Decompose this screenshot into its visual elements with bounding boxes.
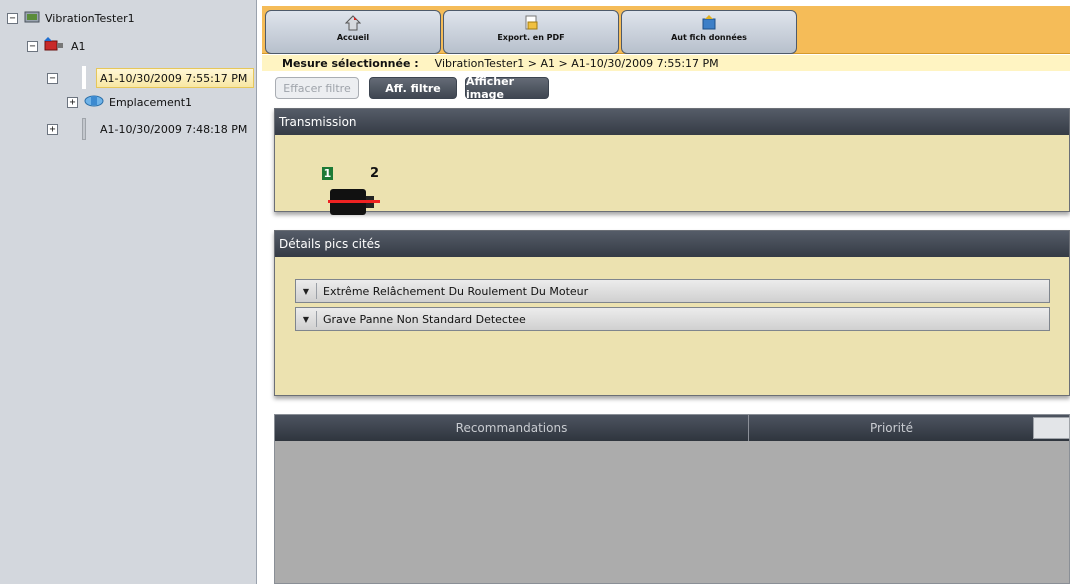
- table-header: Recommandations Priorité: [275, 415, 1070, 441]
- collapse-icon[interactable]: −: [7, 12, 18, 24]
- detail-item[interactable]: ▼ Extrême Relâchement Du Roulement Du Mo…: [295, 279, 1050, 303]
- peak-details-panel: Détails pics cités ▼ Extrême Relâchement…: [274, 230, 1070, 396]
- detail-item-label: Extrême Relâchement Du Roulement Du Mote…: [323, 284, 589, 298]
- component-marker-1[interactable]: 1: [322, 167, 333, 180]
- show-filter-button[interactable]: Aff. filtre: [369, 77, 457, 99]
- column-header-recommendations[interactable]: Recommandations: [275, 415, 749, 441]
- toolbar: Accueil Export. en PDF Aut fich données: [262, 6, 1070, 54]
- tree-label-measure-other: A1-10/30/2009 7:48:18 PM: [100, 122, 248, 136]
- tree-node-measure-selected[interactable]: − A1-10/30/2009 7:55:17 PM: [47, 69, 247, 87]
- detail-item-label: Grave Panne Non Standard Detectee: [323, 312, 526, 326]
- motor-icon[interactable]: [328, 187, 380, 220]
- detail-item[interactable]: ▼ Grave Panne Non Standard Detectee: [295, 307, 1050, 331]
- tree-label-location: Emplacement1: [109, 95, 193, 109]
- collapse-icon[interactable]: −: [27, 40, 38, 52]
- tree-label-measure-selected: A1-10/30/2009 7:55:17 PM: [100, 71, 248, 85]
- peak-details-header: Détails pics cités: [275, 231, 1069, 257]
- home-button[interactable]: Accueil: [265, 10, 441, 54]
- tree-node-location[interactable]: + Emplacement1: [67, 93, 192, 111]
- data-files-button[interactable]: Aut fich données: [621, 10, 797, 54]
- dropdown-arrow-icon[interactable]: ▼: [296, 287, 316, 296]
- navigation-tree: − VibrationTester1 − A1 − A1-10/30/2009 …: [0, 0, 257, 584]
- tree-node-a1[interactable]: − A1: [27, 36, 86, 56]
- show-image-button[interactable]: Afficher image: [465, 75, 549, 101]
- clear-filter-button[interactable]: Effacer filtre: [275, 77, 359, 99]
- tree-label-root: VibrationTester1: [45, 11, 135, 25]
- transmission-header: Transmission: [275, 109, 1069, 135]
- tree-label-a1: A1: [71, 39, 86, 53]
- device-icon: [24, 11, 40, 26]
- export-pdf-button[interactable]: Export. en PDF: [443, 10, 619, 54]
- table-header-corner: [1033, 417, 1070, 439]
- export-pdf-label: Export. en PDF: [497, 33, 565, 42]
- home-icon: [344, 15, 362, 31]
- recommendations-table: Recommandations Priorité: [274, 414, 1070, 584]
- pdf-icon: [523, 15, 539, 31]
- tree-node-measure-other[interactable]: + A1-10/30/2009 7:48:18 PM: [47, 120, 247, 138]
- breadcrumb-path: VibrationTester1 > A1 > A1-10/30/2009 7:…: [434, 56, 719, 70]
- location-icon: [84, 94, 104, 111]
- expand-icon[interactable]: +: [67, 96, 78, 108]
- data-files-icon: [701, 15, 717, 31]
- transmission-panel: Transmission 1 2: [274, 108, 1070, 215]
- data-files-label: Aut fich données: [671, 33, 747, 42]
- tree-node-vibrationtester1[interactable]: − VibrationTester1: [7, 9, 135, 27]
- machine-icon: [44, 36, 66, 56]
- dropdown-arrow-icon[interactable]: ▼: [296, 315, 316, 324]
- expand-icon[interactable]: +: [47, 123, 58, 135]
- breadcrumb-label: Mesure sélectionnée :: [282, 56, 419, 70]
- breadcrumb: Mesure sélectionnée : VibrationTester1 >…: [262, 55, 1070, 71]
- component-marker-2[interactable]: 2: [370, 166, 379, 181]
- collapse-icon[interactable]: −: [47, 72, 58, 84]
- home-label: Accueil: [336, 33, 370, 42]
- column-header-priority[interactable]: Priorité: [750, 415, 1033, 441]
